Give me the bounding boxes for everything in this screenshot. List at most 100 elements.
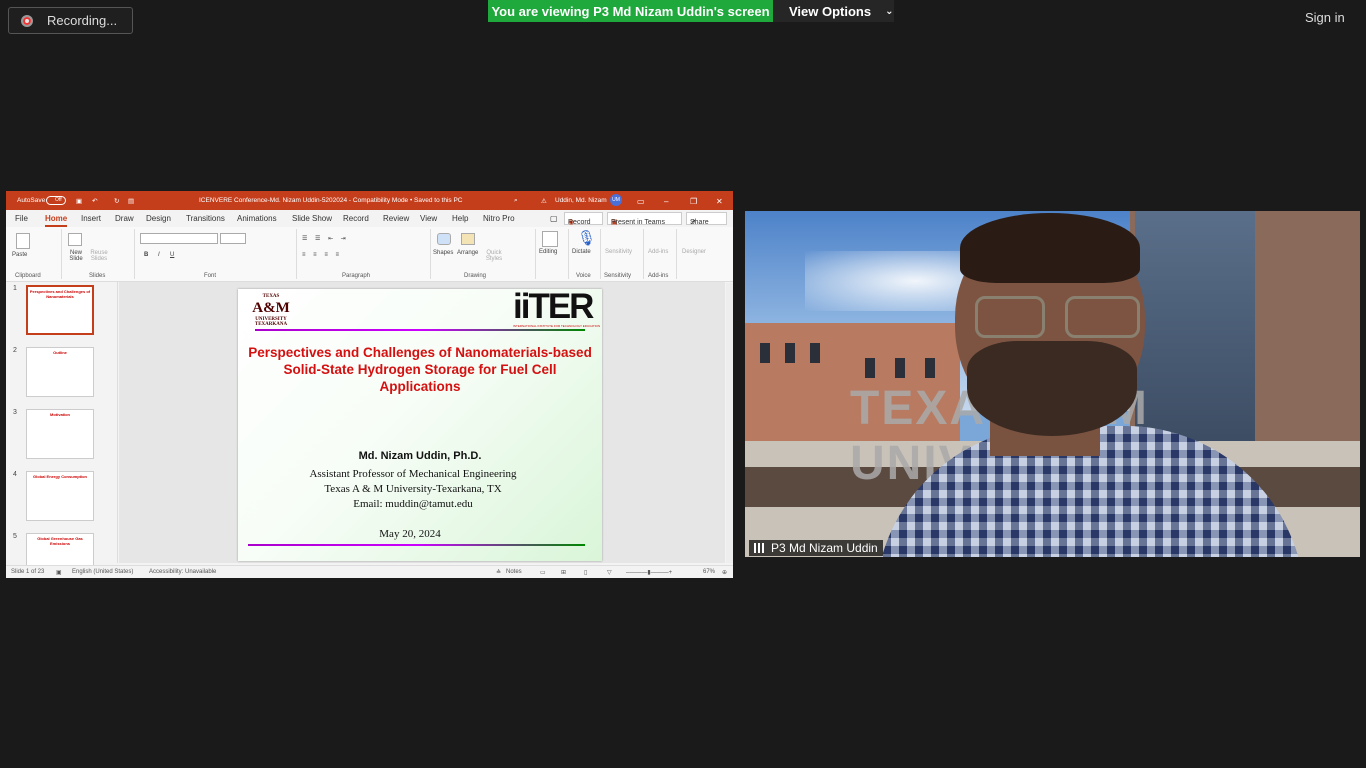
- zoom-slider[interactable]: –———▮———+: [626, 569, 672, 576]
- redo-icon[interactable]: ↻: [114, 197, 119, 205]
- new-slide-button[interactable]: New Slide: [66, 250, 86, 262]
- slide-editing-area[interactable]: TEXAS A&M UNIVERSITY TEXARKANA iiTER INT…: [119, 282, 725, 563]
- group-paragraph: Paragraph: [342, 273, 371, 279]
- zoom-level[interactable]: 67%: [703, 569, 715, 575]
- search-icon[interactable]: ⌕: [514, 197, 518, 205]
- record-dot-icon: [21, 14, 33, 27]
- present-icon[interactable]: ▤: [128, 197, 134, 205]
- thumb-number: 3: [13, 409, 17, 416]
- new-slide-icon[interactable]: [68, 233, 82, 246]
- thumbnail-slide-2[interactable]: Outline: [26, 347, 94, 397]
- divider: [535, 229, 536, 279]
- speaker-figure: [967, 341, 1137, 436]
- thumb-number: 4: [13, 471, 17, 478]
- addins-button[interactable]: Add-ins: [648, 249, 668, 255]
- tab-home[interactable]: Home: [45, 214, 67, 223]
- view-options-button[interactable]: View Options ⌄: [773, 0, 894, 22]
- video-background: [895, 358, 905, 378]
- share-button[interactable]: ↗ Share: [686, 212, 727, 226]
- language-label[interactable]: English (United States): [72, 569, 133, 575]
- microphone-icon[interactable]: 🎙: [577, 229, 596, 247]
- thumb-number: 5: [13, 533, 17, 540]
- tamu-logo: TEXAS A&M UNIVERSITY TEXARKANA: [247, 294, 295, 327]
- tab-record[interactable]: Record: [343, 214, 369, 223]
- align-icon[interactable]: ≡ ≡ ≡ ≡: [302, 252, 342, 258]
- italic-icon[interactable]: I: [158, 252, 160, 258]
- reading-view-icon[interactable]: ▯: [584, 569, 587, 576]
- tab-animations[interactable]: Animations: [237, 214, 277, 223]
- tab-view[interactable]: View: [420, 214, 437, 223]
- underline-icon[interactable]: U: [170, 252, 174, 258]
- font-size-select[interactable]: [220, 233, 246, 244]
- quick-styles-button[interactable]: Quick Styles: [483, 250, 505, 262]
- tab-design[interactable]: Design: [146, 214, 171, 223]
- designer-button[interactable]: Designer: [682, 249, 706, 255]
- slide-sorter-icon[interactable]: ⊞: [561, 569, 566, 576]
- sign-in-link[interactable]: Sign in: [1305, 10, 1345, 25]
- recording-indicator[interactable]: Recording...: [8, 7, 133, 34]
- shapes-icon[interactable]: [437, 233, 451, 245]
- recording-label: Recording...: [47, 13, 118, 28]
- viewing-banner: You are viewing P3 Md Nizam Uddin's scre…: [488, 0, 773, 22]
- vertical-scrollbar[interactable]: [726, 283, 733, 563]
- thumb-title: Perspectives and Challenges of Nanomater…: [29, 289, 91, 299]
- dictate-button[interactable]: Dictate: [572, 249, 591, 255]
- thumbnail-slide-4[interactable]: Global Energy Consumption: [26, 471, 94, 521]
- ribbon-display-icon[interactable]: ▭: [637, 197, 645, 206]
- normal-view-icon[interactable]: ▭: [540, 569, 546, 576]
- sensitivity-button[interactable]: Sensitivity: [605, 249, 632, 255]
- present-in-teams-button[interactable]: ▣ Present in Teams: [607, 212, 682, 226]
- thumb-number: 2: [13, 347, 17, 354]
- tab-draw[interactable]: Draw: [115, 214, 134, 223]
- shapes-button[interactable]: Shapes: [433, 250, 453, 256]
- restore-icon[interactable]: ❐: [690, 197, 697, 206]
- undo-icon[interactable]: ↶: [92, 197, 97, 205]
- current-slide[interactable]: TEXAS A&M UNIVERSITY TEXARKANA iiTER INT…: [238, 289, 602, 561]
- user-name[interactable]: Uddin, Md. Nizam: [555, 197, 607, 204]
- bold-icon[interactable]: B: [144, 252, 148, 258]
- group-drawing: Drawing: [464, 273, 487, 279]
- tab-help[interactable]: Help: [452, 214, 468, 223]
- accessibility-label[interactable]: Accessibility: Unavailable: [149, 569, 216, 575]
- divider: [296, 229, 297, 279]
- comments-icon[interactable]: ▢: [550, 214, 558, 223]
- slide-thumbnails-pane: 1 Perspectives and Challenges of Nanomat…: [6, 282, 118, 578]
- tab-insert[interactable]: Insert: [81, 214, 101, 223]
- speaker-video[interactable]: TEXAS A&M UNIVERSITY P3 Md Nizam Uddin: [745, 211, 1360, 557]
- divider: [676, 229, 677, 279]
- close-icon[interactable]: ✕: [716, 197, 723, 206]
- fit-to-window-icon[interactable]: ⊕: [722, 569, 727, 576]
- editing-button[interactable]: Editing: [539, 249, 557, 255]
- save-icon[interactable]: ▣: [76, 197, 82, 205]
- arrange-button[interactable]: Arrange: [457, 250, 478, 256]
- thumbnail-slide-3[interactable]: Motivation: [26, 409, 94, 459]
- tab-review[interactable]: Review: [383, 214, 409, 223]
- autosave-toggle[interactable]: Off: [46, 196, 66, 205]
- tab-nitro-pro[interactable]: Nitro Pro: [483, 214, 515, 223]
- reuse-slides-button[interactable]: Reuse Slides: [90, 250, 108, 262]
- record-button[interactable]: ◉ Record: [564, 212, 603, 226]
- bullets-icon[interactable]: ☰ ☰ ⇤ ⇥: [302, 235, 349, 242]
- font-family-select[interactable]: [140, 233, 218, 244]
- tab-transitions[interactable]: Transitions: [186, 214, 225, 223]
- participant-name-tag: P3 Md Nizam Uddin: [749, 540, 883, 556]
- tab-file[interactable]: File: [15, 214, 28, 223]
- paste-button[interactable]: Paste: [12, 252, 27, 258]
- thumbnail-slide-1[interactable]: Perspectives and Challenges of Nanomater…: [26, 285, 94, 335]
- slide-affiliation: Assistant Professor of Mechanical Engine…: [309, 468, 517, 480]
- video-background: [810, 343, 820, 363]
- minimize-icon[interactable]: –: [664, 197, 668, 206]
- arrange-icon[interactable]: [461, 233, 475, 245]
- slideshow-icon[interactable]: ▽: [607, 569, 612, 576]
- thumb-title: Motivation: [50, 412, 70, 417]
- notes-icon[interactable]: ≙: [496, 569, 501, 576]
- tab-slide-show[interactable]: Slide Show: [292, 214, 332, 223]
- avatar[interactable]: UM: [610, 194, 622, 206]
- divider: [430, 229, 431, 279]
- notes-button[interactable]: Notes: [506, 569, 522, 575]
- shared-screen-powerpoint: AutoSave Off ▣ ↶ ↻ ▤ ICENVERE Conference…: [6, 191, 733, 578]
- paste-icon[interactable]: [16, 233, 30, 249]
- editing-icon[interactable]: [542, 231, 558, 247]
- spellcheck-icon[interactable]: ▣: [56, 569, 62, 576]
- video-background: [760, 343, 770, 363]
